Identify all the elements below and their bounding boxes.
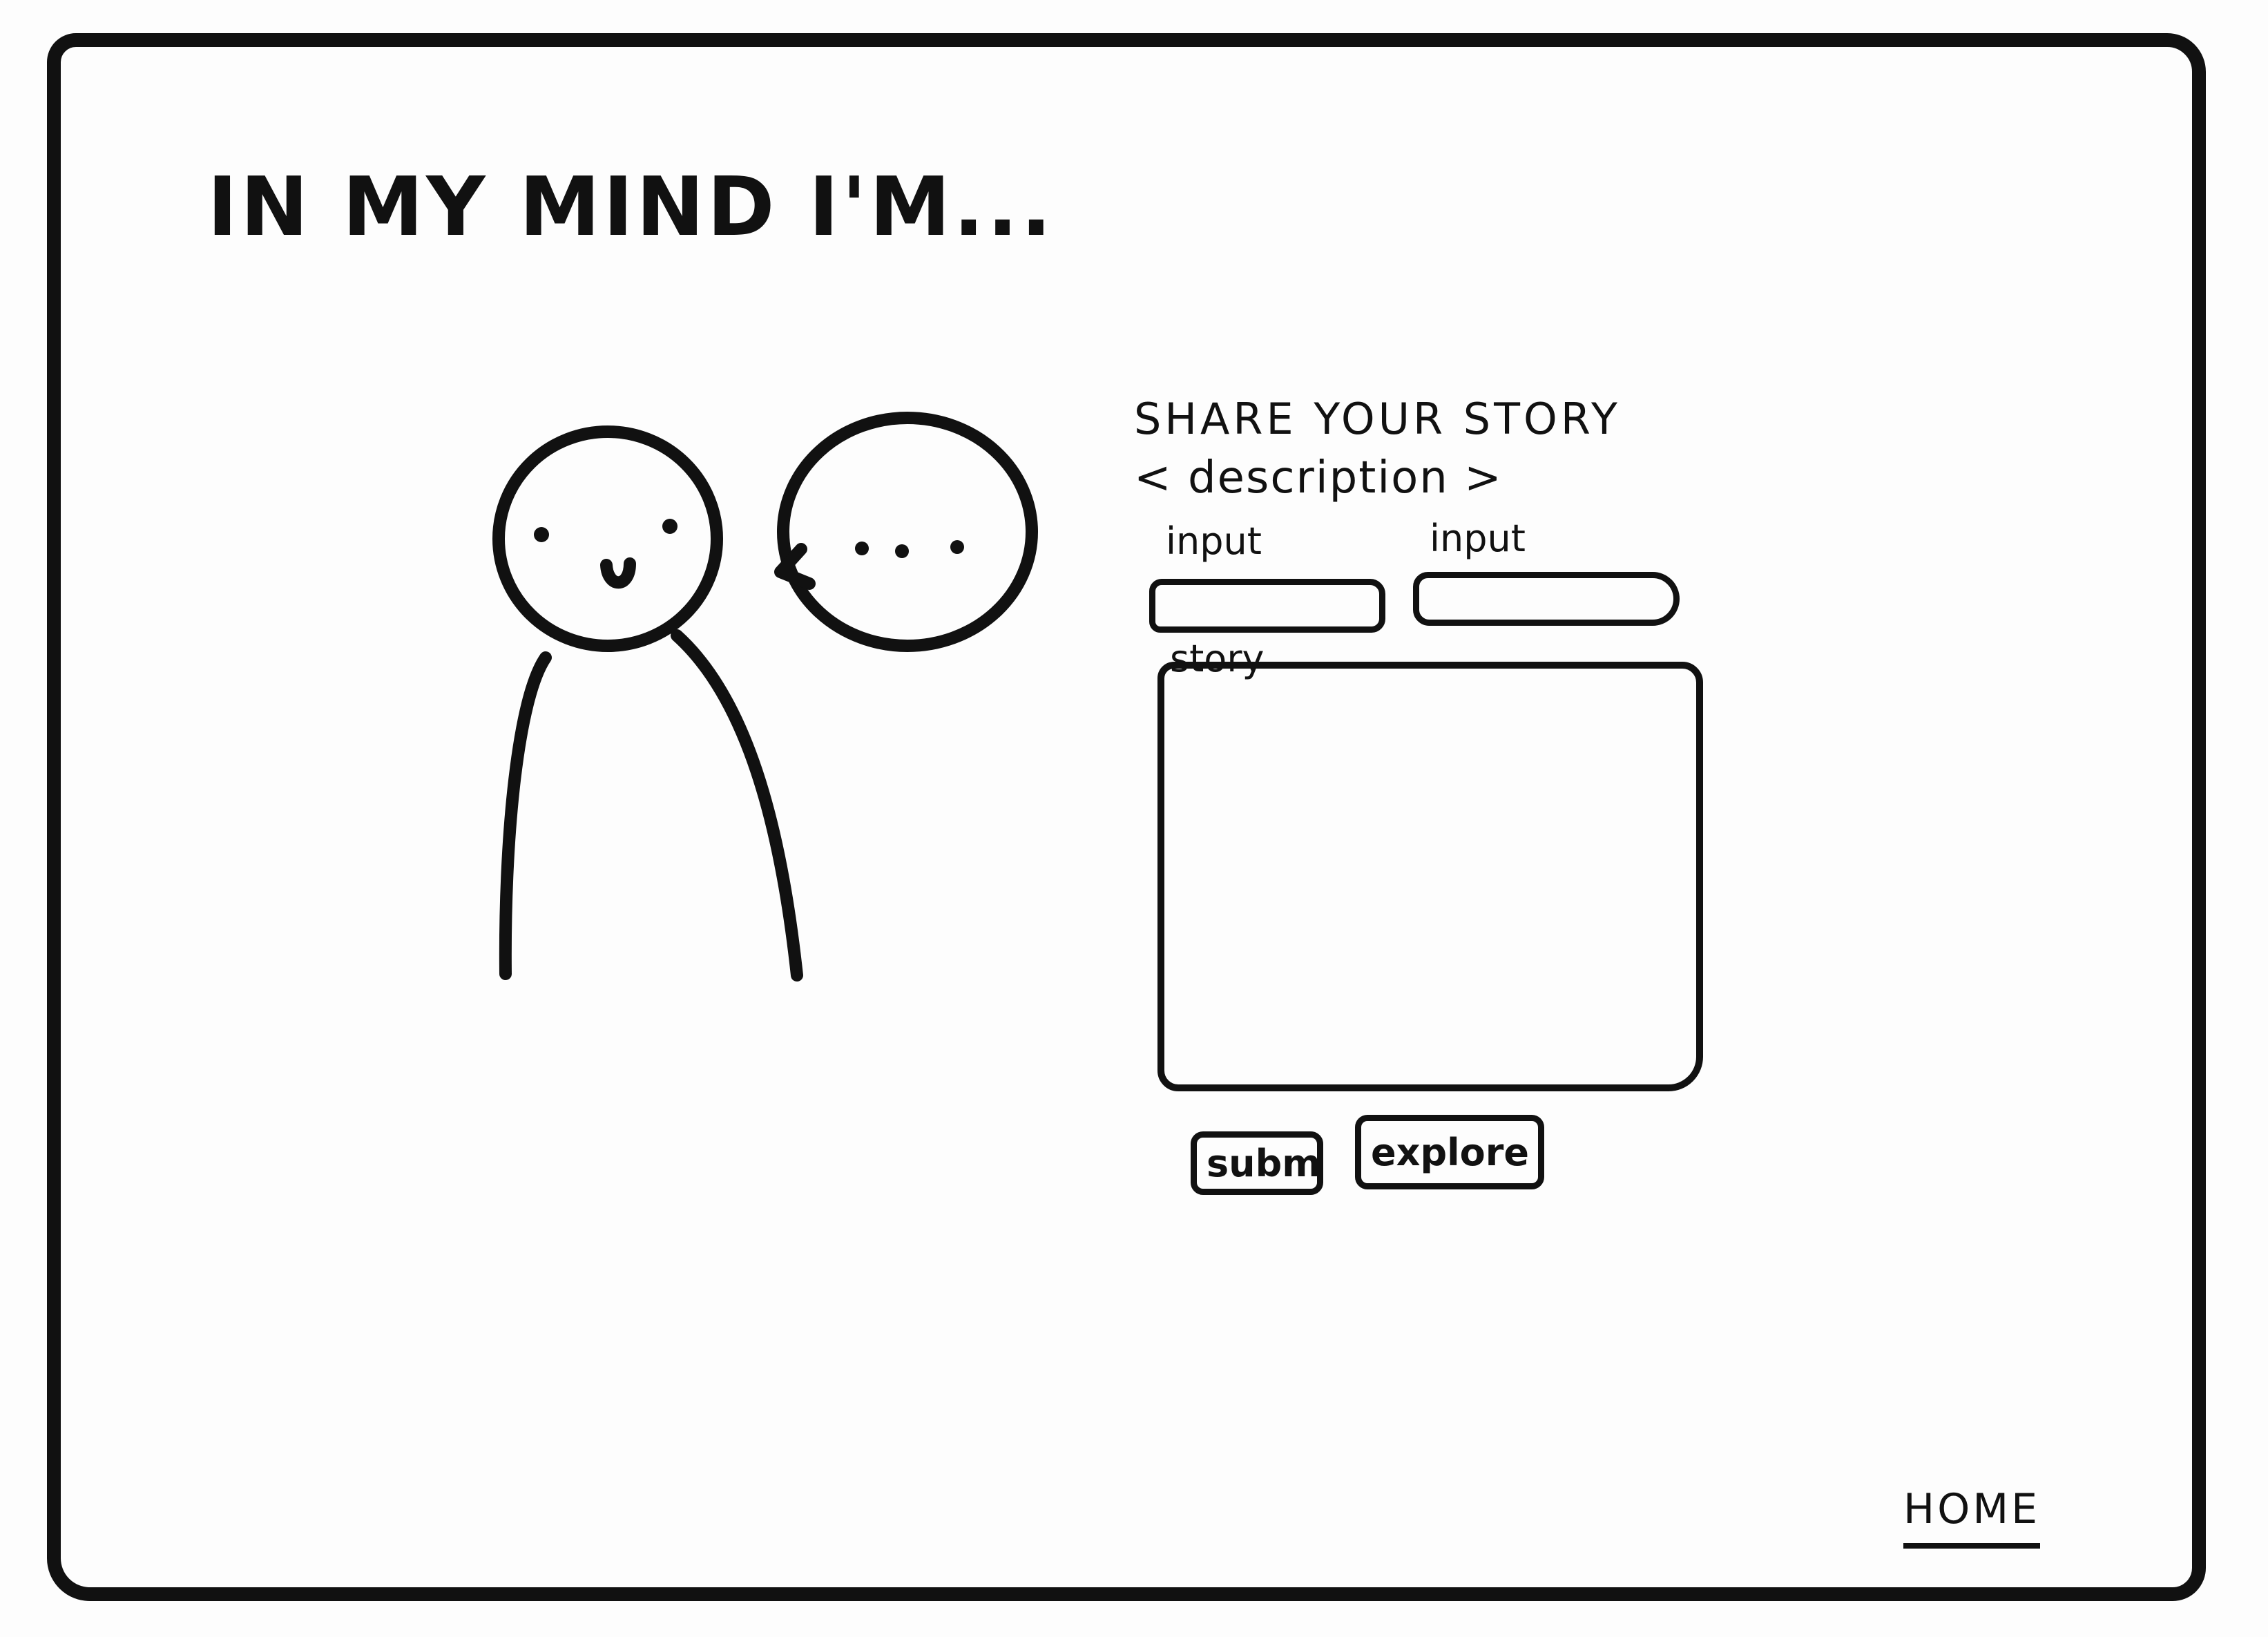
thought-bubble <box>777 412 1038 652</box>
thought-dot-1 <box>855 542 869 555</box>
person-body-right <box>671 629 803 982</box>
input-1-label: input <box>1166 519 1262 563</box>
thought-dot-3 <box>950 540 964 554</box>
person-head <box>492 425 723 652</box>
input-field-2[interactable] <box>1413 572 1680 626</box>
input-2-label: input <box>1430 517 1526 560</box>
page-title: IN MY MIND I'M... <box>207 159 1055 254</box>
person-body <box>499 651 552 980</box>
input-field-1[interactable] <box>1149 579 1385 633</box>
form-heading: SHARE YOUR STORY <box>1134 394 1621 444</box>
home-link[interactable]: HOME <box>1903 1485 2041 1549</box>
explore-button[interactable]: explore <box>1355 1115 1544 1189</box>
story-textarea[interactable] <box>1157 662 1703 1091</box>
person-thinking-illustration <box>492 412 1038 982</box>
person-smile <box>600 557 636 589</box>
window-frame <box>47 33 2206 1601</box>
form-description: < description > <box>1134 452 1503 504</box>
thought-dot-2 <box>895 544 909 558</box>
person-right-eye <box>662 519 677 534</box>
person-left-eye <box>534 527 549 542</box>
submit-button[interactable]: submi <box>1191 1131 1323 1195</box>
sketch-page: IN MY MIND I'M... SHARE YOUR STORY < des… <box>0 0 2268 1637</box>
